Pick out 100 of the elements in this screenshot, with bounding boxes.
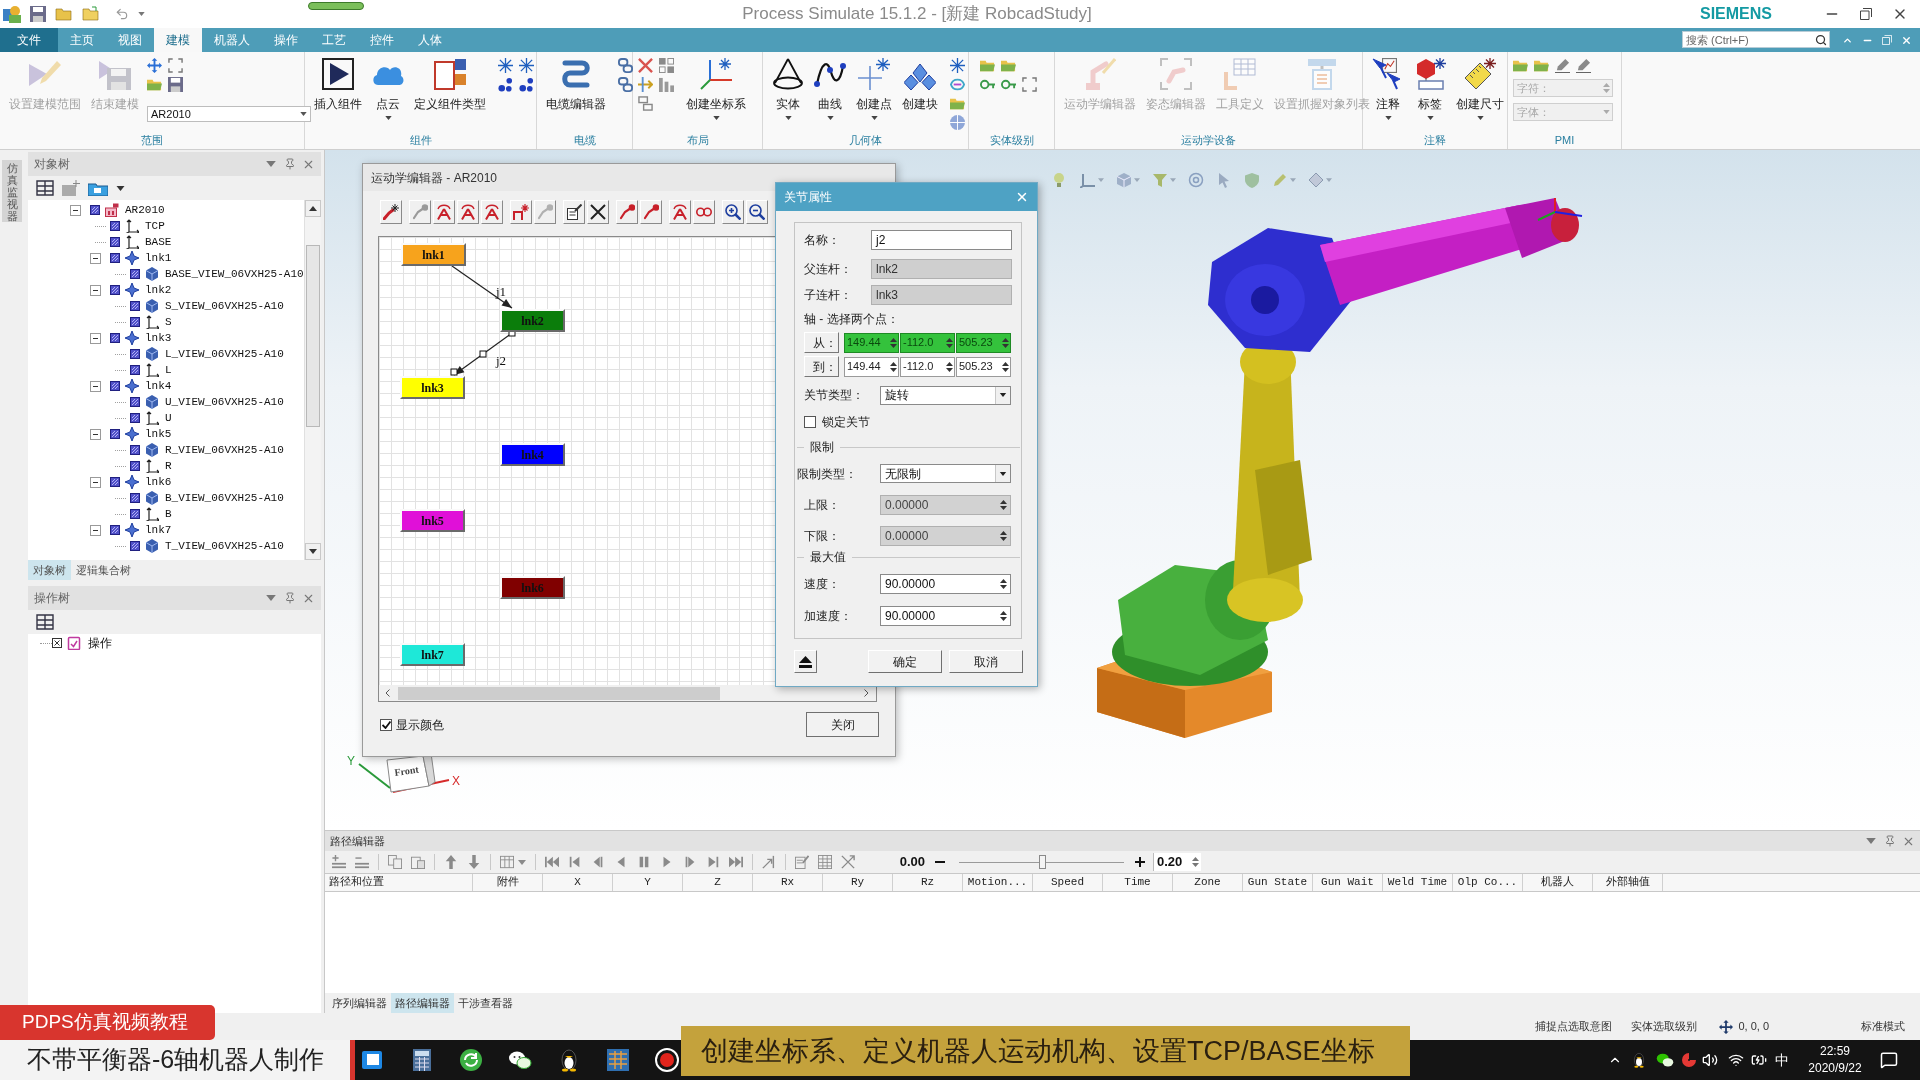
link-node[interactable]: lnk5 [400,509,465,532]
hatched-square-icon[interactable] [130,397,140,407]
spin-arrows-icon[interactable] [890,360,897,373]
scrollbar-thumb[interactable] [306,245,320,427]
tree-item[interactable]: BASE [145,235,172,249]
ribbon-button[interactable]: 创建块 [898,52,942,132]
link-node[interactable]: lnk1 [401,243,466,266]
column-header[interactable]: 外部轴值 [1593,874,1663,891]
ribbon-button[interactable]: 点云 [368,52,408,132]
undo-icon[interactable] [115,7,129,21]
restore-icon[interactable] [1860,8,1872,20]
column-header[interactable]: Zone [1173,874,1243,891]
coordinate-field[interactable]: -112.0 [900,356,955,377]
panel-tab[interactable]: 逻辑集合树 [71,560,136,580]
tree-item[interactable]: R [165,459,172,473]
hatched-square-icon[interactable] [110,285,120,295]
slider-thumb[interactable] [1038,855,1046,869]
toolbar-button[interactable] [746,200,768,224]
link-node[interactable]: lnk7 [400,643,465,666]
ribbon-button[interactable]: 实体 [768,52,808,132]
column-header[interactable]: Weld Time [1383,874,1453,891]
columns-icon[interactable] [500,855,514,869]
panel-tab[interactable]: 路径编辑器 [391,993,454,1013]
side-tab[interactable]: 仿真监视器 [2,160,22,222]
link-node[interactable]: lnk3 [400,376,465,399]
tree-item[interactable]: L_VIEW_06VXH25-A10 [165,347,284,361]
skip-back-icon[interactable] [545,855,559,869]
expand-toggle[interactable] [70,204,81,216]
expand-toggle[interactable] [90,476,101,488]
tree-item[interactable]: U_VIEW_06VXH25-A10 [165,395,284,409]
caret-icon[interactable] [999,471,1007,476]
folder-icon[interactable] [88,180,108,196]
scroll-up-button[interactable] [305,200,321,217]
hatched-square-icon[interactable] [90,205,100,215]
panel-tab[interactable]: 干涉查看器 [454,993,517,1013]
tree-item[interactable]: 操作 [88,634,112,652]
caret-icon[interactable] [116,185,125,191]
toolbar-button[interactable] [722,200,744,224]
arrows-icon[interactable] [638,77,653,92]
column-header[interactable]: Olp Co... [1453,874,1523,891]
coordinate-field[interactable]: 505.23 [956,356,1011,377]
point-pick-button[interactable]: 从： [804,332,839,353]
model-dropdown[interactable]: AR2010 [147,106,311,122]
ime-indicator[interactable]: 中 [1775,1049,1789,1071]
scroll-down-button[interactable] [305,543,321,560]
add-row-icon[interactable] [332,855,346,869]
hatched-square-icon[interactable] [130,349,140,359]
tree-item[interactable]: B [165,507,172,521]
ribbon-button[interactable]: 定义组件类型 [410,52,490,132]
hatched-square-icon[interactable] [110,237,120,247]
refresh-icon[interactable] [459,1048,483,1072]
tree-grid-icon[interactable] [36,614,54,630]
spin-arrows-icon[interactable] [1002,360,1009,373]
dialog-button[interactable]: 取消 [949,650,1023,673]
spin-arrows-icon[interactable] [946,360,953,373]
tree-item[interactable]: B_VIEW_06VXH25-A10 [165,491,284,505]
app-icon[interactable] [3,5,21,23]
hatched-square-icon[interactable] [130,317,140,327]
table-icon[interactable] [818,855,832,869]
move-icon[interactable] [147,58,162,73]
expand-toggle[interactable] [90,380,101,392]
ribbon-button[interactable]: 创建点 [852,52,896,132]
calculator-icon[interactable] [410,1048,434,1072]
column-header[interactable]: Rz [893,874,963,891]
hatched-square-icon[interactable] [110,333,120,343]
step-back-icon[interactable] [568,855,582,869]
hatched-square-icon[interactable] [110,477,120,487]
tree-item[interactable]: lnk7 [145,523,172,537]
toolbar-button[interactable] [587,200,609,224]
spin-arrows-icon[interactable] [946,336,953,349]
hatched-square-icon[interactable] [130,301,140,311]
corners-icon[interactable] [1022,77,1037,92]
hatched-square-icon[interactable] [130,365,140,375]
pen-icon[interactable] [1555,58,1570,73]
penguin-icon[interactable] [1631,1052,1647,1068]
step-field[interactable]: 0.20 [1153,853,1201,871]
column-header[interactable]: Gun Wait [1313,874,1383,891]
hatched-square-icon[interactable] [110,253,120,263]
tree-item[interactable]: lnk2 [145,283,172,297]
notification-icon[interactable] [1880,1051,1898,1069]
coordinate-field[interactable]: 149.44 [844,356,899,377]
joint-connector[interactable] [450,329,516,376]
text-field[interactable]: j2 [871,230,1012,250]
ribbon-button[interactable]: 电缆编辑器 [542,52,610,132]
corners-icon[interactable] [168,58,183,73]
spreadsheet-icon[interactable] [606,1048,630,1072]
ribbon-button[interactable]: 创建尺寸 [1452,52,1508,132]
speaker-icon[interactable] [1702,1052,1718,1068]
number-field[interactable]: 90.00000 [880,574,1011,594]
axes-icon[interactable] [1080,172,1096,188]
hatched-square-icon[interactable] [110,381,120,391]
skip-forward-icon[interactable] [729,855,743,869]
pin-icon[interactable] [284,158,296,170]
coordinate-field[interactable]: 149.44 [844,332,899,353]
plus-icon[interactable] [1135,857,1145,867]
menu-tab[interactable]: 建模 [154,28,202,52]
tree-item[interactable]: lnk1 [145,251,172,265]
hatched-square-icon[interactable] [130,445,140,455]
sparkle-icon[interactable] [950,58,965,73]
key-icon[interactable] [1001,77,1016,92]
